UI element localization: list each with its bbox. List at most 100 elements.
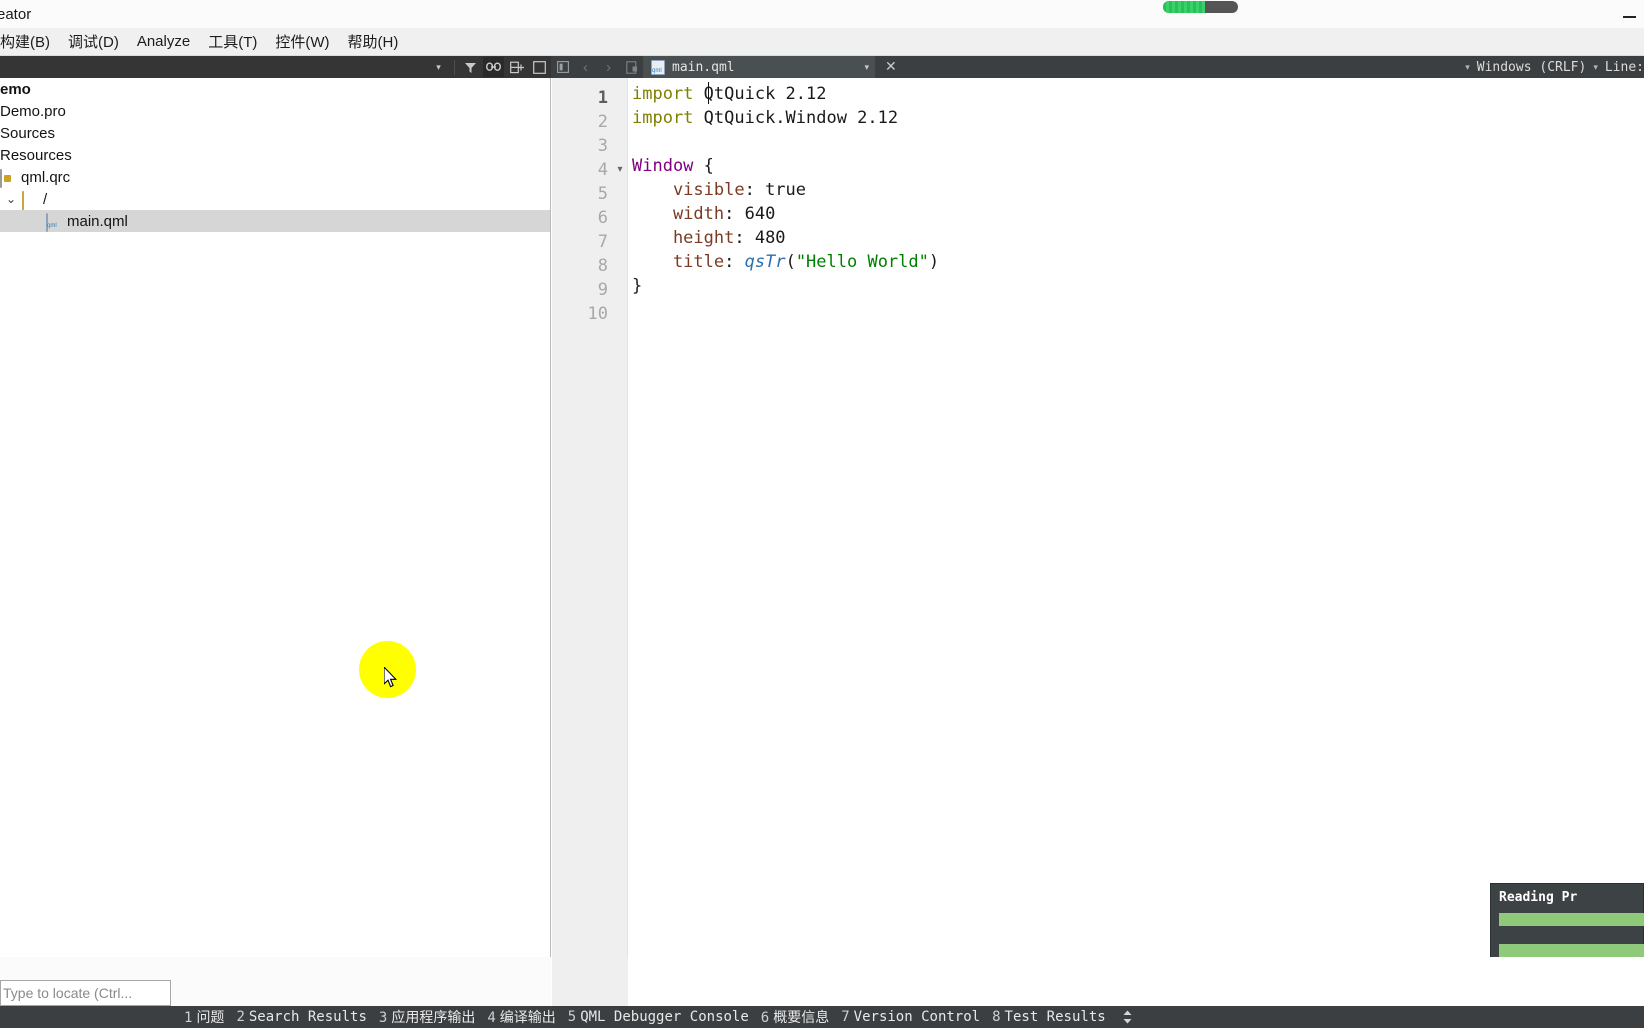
code-token: : true <box>744 180 807 200</box>
expand-chevron-icon[interactable]: ⌄ <box>0 192 22 206</box>
code-line-text: height: 480 <box>628 228 786 248</box>
code-line: width: 640 <box>628 202 1644 226</box>
line-number: 2 <box>597 112 608 132</box>
line-number: 1 <box>597 88 608 108</box>
code-token: ( <box>785 252 796 272</box>
output-pane-tab-label: Search Results <box>248 1009 367 1025</box>
back-chevron: ‹ <box>583 58 588 76</box>
reading-progress-title: Reading Pr <box>1499 890 1578 905</box>
code-token: import <box>632 84 694 104</box>
tree-item-main-qml[interactable]: main.qml <box>0 210 550 232</box>
output-pane-tab[interactable]: 7 Version Control <box>835 1009 986 1025</box>
code-editor[interactable]: 1 import QtQuick 2.12 2 import QtQuick.Wind… <box>552 78 1644 957</box>
code-line-text: import QtQuick.Window 2.12 <box>628 108 898 128</box>
menu-item-help[interactable]: 帮助(H) <box>339 28 408 55</box>
output-pane-tab-label: 问题 <box>196 1010 225 1026</box>
output-pane-tab[interactable]: 4 编译输出 <box>481 1007 561 1027</box>
tree-item-resources[interactable]: Resources <box>0 144 550 166</box>
expand-all-icon[interactable] <box>529 57 550 77</box>
code-line: visible: true <box>628 178 1644 202</box>
output-pane-tab-number: 7 <box>841 1009 850 1025</box>
tree-item-label: Demo.pro <box>0 102 66 120</box>
line-number: 8 <box>597 256 608 276</box>
editor-bottom-filler <box>552 957 1644 1006</box>
code-line-text: import QtQuick 2.12 <box>628 84 826 104</box>
output-pane-tab[interactable]: 2 Search Results <box>230 1009 372 1025</box>
encoding-dropdown-icon[interactable]: ▾ <box>1465 62 1470 73</box>
line-ending-selector[interactable]: Windows (CRLF) <box>1477 60 1587 75</box>
code-line: height: 480 <box>628 226 1644 250</box>
reading-progress-bar-2 <box>1499 944 1644 957</box>
code-token: visible <box>632 180 745 200</box>
editor-tab-main-qml[interactable]: main.qml ▾ <box>643 56 875 78</box>
make-writable-icon[interactable] <box>621 57 642 77</box>
locator-input[interactable]: Type to locate (Ctrl... <box>0 980 171 1006</box>
menu-item-analyze[interactable]: Analyze <box>128 30 199 53</box>
code-content[interactable]: 1 import QtQuick 2.12 2 import QtQuick.Wind… <box>588 78 1644 957</box>
tree-item-label: qml.qrc <box>21 168 71 186</box>
code-token: ) <box>928 252 940 272</box>
tree-item-sources[interactable]: Sources <box>0 122 550 144</box>
output-pane-tab[interactable]: 3 应用程序输出 <box>373 1007 481 1027</box>
tree-item-demo-pro[interactable]: Demo.pro <box>0 100 550 122</box>
qrc-file-icon <box>0 168 17 188</box>
menu-item-debug[interactable]: 调试(D) <box>59 28 128 55</box>
status-tab-list: 1 问题 2 Search Results 3 应用程序输出 4 编译输出 5 QML Debug… <box>178 1007 1112 1027</box>
editor-toolbar: ‹ › main.qml ▾ ✕ ▾ Windows (CR <box>551 56 1644 78</box>
reading-progress-popup: Reading Pr <box>1490 883 1644 961</box>
filter-icon[interactable] <box>460 57 481 77</box>
menu-item-build[interactable]: 构建(B) <box>0 28 59 55</box>
line-number: 10 <box>587 304 608 324</box>
locator-area: Type to locate (Ctrl... <box>0 957 551 1006</box>
code-token: "Hello World" <box>795 252 929 272</box>
tree-item-label: main.qml <box>67 212 128 230</box>
project-filter-dropdown[interactable]: ▾ <box>428 57 449 77</box>
reading-progress-bar-1 <box>1499 913 1644 926</box>
output-pane-updown-icon[interactable] <box>1122 1010 1133 1025</box>
output-pane-tab-label: Version Control <box>853 1009 981 1025</box>
editor-tab-label: main.qml <box>672 59 735 75</box>
output-pane-tab-number: 2 <box>236 1009 245 1025</box>
output-pane-tab-label: 应用程序输出 <box>391 1010 476 1026</box>
fold-toggle-icon[interactable]: ▾ <box>614 158 626 182</box>
code-token: QtQuick 2.12 <box>693 84 827 104</box>
output-pane-tab-label: 编译输出 <box>499 1010 556 1026</box>
tree-item-qml-qrc[interactable]: qml.qrc <box>0 166 550 188</box>
minimize-button[interactable] <box>1618 0 1640 28</box>
output-pane-tab[interactable]: 5 QML Debugger Console <box>562 1009 755 1025</box>
code-token: { <box>693 156 714 176</box>
line-ending-dropdown-icon[interactable]: ▾ <box>1593 62 1598 73</box>
output-pane-tab-number: 8 <box>992 1009 1001 1025</box>
code-line-text: width: 640 <box>628 204 775 224</box>
code-line-text: } <box>628 276 642 296</box>
output-pane-tab[interactable]: 6 概要信息 <box>755 1007 835 1027</box>
code-token: height <box>632 228 735 248</box>
output-pane-tab-number: 5 <box>567 1009 577 1025</box>
code-token: qsTr <box>744 252 786 272</box>
toolbar-row: ▾ ‹ › qml main.qml ▾ ✕ ▾ Windows (CRLF) … <box>0 56 1644 78</box>
minimize-icon <box>1622 16 1636 18</box>
link-icon[interactable] <box>483 57 504 77</box>
output-pane-tab-label: Test Results <box>1004 1009 1106 1025</box>
menu-item-widgets[interactable]: 控件(W) <box>266 28 338 55</box>
editor-bottom-gutter <box>552 957 628 1006</box>
navigate-back-icon[interactable]: ‹ <box>575 57 596 77</box>
code-line: } <box>628 274 1644 298</box>
navigate-forward-icon[interactable]: › <box>598 57 619 77</box>
output-pane-tab[interactable]: 8 Test Results <box>986 1009 1112 1025</box>
project-tree-pane[interactable]: emo Demo.pro Sources Resources qml.qrc ⌄… <box>0 78 551 957</box>
output-pane-tab[interactable]: 1 问题 <box>178 1007 230 1027</box>
split-pane-icon[interactable] <box>506 57 527 77</box>
tree-item-project-root[interactable]: emo <box>0 78 550 100</box>
code-token: QtQuick.Window 2.12 <box>693 108 899 128</box>
code-token: : 640 <box>724 204 776 224</box>
line-column-label: Line: <box>1604 59 1644 75</box>
editor-pane-icon[interactable] <box>552 57 573 77</box>
line-number: 3 <box>597 136 608 156</box>
editor-tab-close-icon[interactable]: ✕ <box>885 59 897 75</box>
tree-item-root-folder[interactable]: ⌄ / <box>0 188 550 210</box>
output-pane-tab-number: 1 <box>184 1010 193 1026</box>
editor-tab-dropdown-icon[interactable]: ▾ <box>864 62 869 73</box>
menu-item-tools[interactable]: 工具(T) <box>199 28 266 55</box>
